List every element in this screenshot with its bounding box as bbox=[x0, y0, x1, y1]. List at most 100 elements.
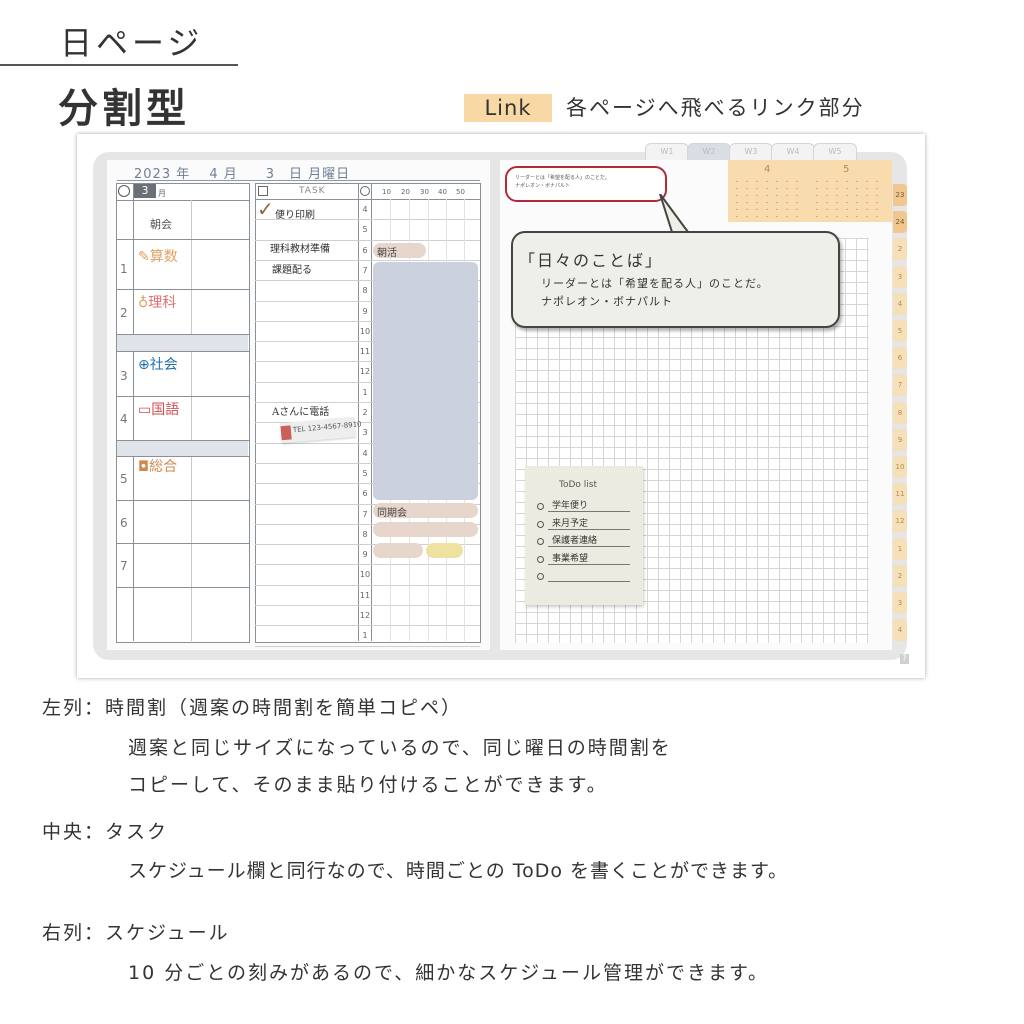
side-tab[interactable]: 4 bbox=[893, 619, 907, 642]
hour-label: 1 bbox=[362, 388, 368, 397]
tab-w4[interactable]: W4 bbox=[771, 143, 815, 161]
event-block bbox=[426, 543, 463, 558]
todo-item: 保護者連絡 bbox=[552, 536, 598, 546]
checkbox-icon bbox=[258, 186, 268, 196]
desc-right-heading: 右列：スケジュール bbox=[42, 922, 230, 944]
globe-icon: ⊕ bbox=[138, 357, 150, 373]
subject-science: ♁理科 bbox=[138, 295, 177, 311]
todo-line bbox=[548, 546, 630, 547]
side-tab[interactable]: 6 bbox=[893, 347, 907, 370]
todo-line bbox=[548, 564, 630, 565]
help-icon[interactable]: ? bbox=[900, 654, 909, 664]
side-tab[interactable]: 2 bbox=[893, 564, 907, 587]
pencil-icon: ✎ bbox=[138, 249, 150, 265]
event-block bbox=[373, 522, 478, 537]
link-description: 各ページへ飛べるリンク部分 bbox=[566, 96, 865, 120]
hour-label: 12 bbox=[359, 611, 371, 620]
book-icon: ▭ bbox=[138, 402, 152, 418]
todo-item: 事業希望 bbox=[552, 554, 589, 564]
period-2: 2 bbox=[120, 306, 128, 320]
tab-w2[interactable]: W2 bbox=[687, 143, 731, 161]
morning-meeting: 朝会 bbox=[150, 218, 172, 231]
side-tab[interactable]: 11 bbox=[893, 483, 907, 506]
tab-w3[interactable]: W3 bbox=[729, 143, 773, 161]
calendar-month-may: 5 bbox=[843, 164, 850, 175]
checkmark-icon: ✓ bbox=[257, 197, 274, 221]
side-tab[interactable]: 12 bbox=[893, 510, 907, 533]
tel-note: TEL 123-4567-8910 bbox=[292, 420, 362, 435]
event-dokikai: 同期会 bbox=[377, 508, 407, 519]
link-label-badge: Link bbox=[464, 94, 552, 122]
side-tab[interactable]: 3 bbox=[893, 592, 907, 614]
desc-left-line: コピーして、そのまま貼り付けることができます。 bbox=[128, 774, 608, 796]
period-4: 4 bbox=[120, 412, 128, 426]
quote-bubble: 「日々のことば」 リーダーとは「希望を配る人」のことだ。 ナポレオン・ボナパルト bbox=[511, 231, 840, 328]
todo-item: 来月予定 bbox=[552, 519, 589, 529]
task-item: 課題配る bbox=[272, 265, 312, 276]
subject-integrated: ◘総合 bbox=[138, 459, 178, 475]
minute-20: 20 bbox=[401, 188, 410, 196]
period-7: 7 bbox=[120, 559, 128, 573]
minute-50: 50 bbox=[456, 188, 465, 196]
side-tab[interactable]: 23 bbox=[893, 184, 907, 206]
hour-label: 7 bbox=[362, 266, 368, 275]
page-type-title: 日ページ bbox=[60, 24, 204, 62]
hour-label: 5 bbox=[362, 469, 368, 478]
tab-w1[interactable]: W1 bbox=[645, 143, 689, 161]
todo-bullet-icon[interactable] bbox=[537, 556, 544, 563]
hour-label: 7 bbox=[362, 510, 368, 519]
task-item: 便り印刷 bbox=[275, 210, 315, 221]
side-tab[interactable]: 10 bbox=[893, 456, 907, 478]
side-tab[interactable]: 24 bbox=[893, 211, 907, 234]
hour-label: 8 bbox=[362, 286, 368, 295]
side-tab[interactable]: 7 bbox=[893, 374, 907, 397]
quote-body: リーダーとは「希望を配る人」のことだ。 bbox=[541, 277, 769, 290]
quote-title: 「日々のことば」 bbox=[519, 251, 664, 270]
side-tab[interactable]: 2 bbox=[893, 238, 907, 261]
hour-label: 8 bbox=[362, 530, 368, 539]
todo-bullet-icon[interactable] bbox=[537, 538, 544, 545]
todo-bullet-icon[interactable] bbox=[537, 573, 544, 580]
task-header: TASK bbox=[299, 186, 326, 196]
task-item: 理科教材準備 bbox=[270, 244, 330, 255]
layout-subtitle: 分割型 bbox=[58, 86, 190, 132]
month-unit: 月 bbox=[158, 189, 166, 198]
calendar-days-apr[interactable] bbox=[732, 178, 802, 218]
side-tab[interactable]: 1 bbox=[893, 537, 907, 560]
minute-40: 40 bbox=[438, 188, 447, 196]
task-item: Aさんに電話 bbox=[272, 407, 330, 418]
hour-label: 10 bbox=[359, 327, 371, 336]
subject-japanese: ▭国語 bbox=[138, 402, 180, 418]
side-tab[interactable]: 5 bbox=[893, 320, 907, 342]
hour-label: 4 bbox=[362, 449, 368, 458]
tab-w5[interactable]: W5 bbox=[813, 143, 857, 161]
todo-title: ToDo list bbox=[559, 480, 597, 490]
hour-label: 5 bbox=[362, 225, 368, 234]
event-block bbox=[373, 543, 423, 558]
hour-label: 4 bbox=[362, 205, 368, 214]
side-tab[interactable]: 4 bbox=[893, 292, 907, 315]
clock-icon bbox=[118, 185, 130, 197]
subject-social: ⊕社会 bbox=[138, 357, 178, 373]
calendar-days-may[interactable] bbox=[812, 178, 884, 218]
todo-bullet-icon[interactable] bbox=[537, 503, 544, 510]
hour-label: 12 bbox=[359, 367, 371, 376]
event-morning-activity: 朝活 bbox=[377, 248, 397, 259]
period-1: 1 bbox=[120, 262, 128, 276]
side-tab[interactable]: 9 bbox=[893, 428, 907, 451]
hour-label: 3 bbox=[362, 428, 368, 437]
side-tab[interactable]: 8 bbox=[893, 401, 907, 424]
hour-label: 6 bbox=[362, 246, 368, 255]
desc-right-line: 10 分ごとの刻みがあるので、細かなスケジュール管理ができます。 bbox=[128, 962, 770, 984]
busy-block bbox=[373, 262, 478, 500]
hour-label: 9 bbox=[362, 307, 368, 316]
side-tab[interactable]: 3 bbox=[893, 265, 907, 288]
period-6: 6 bbox=[120, 516, 128, 530]
todo-bullet-icon[interactable] bbox=[537, 521, 544, 528]
todo-line bbox=[548, 581, 630, 582]
timetable-column bbox=[116, 183, 250, 643]
quote-author: ナポレオン・ボナパルト bbox=[541, 295, 673, 308]
period-3: 3 bbox=[120, 369, 128, 383]
calendar-month-apr: 4 bbox=[764, 164, 771, 175]
hour-label: 11 bbox=[359, 347, 371, 356]
